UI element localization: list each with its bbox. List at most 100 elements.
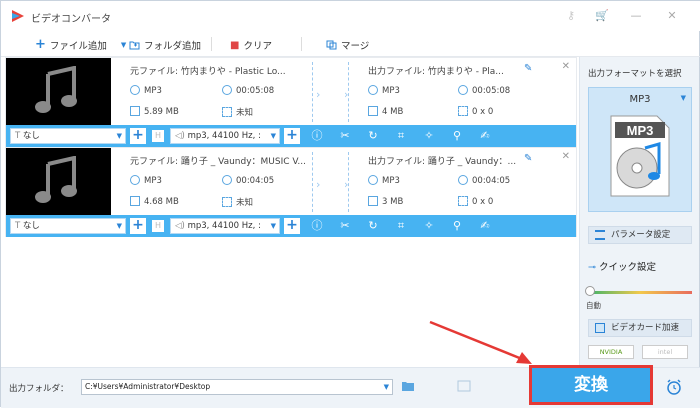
chevron-down-icon[interactable]: ▼ [681,94,686,102]
merge-output-icon[interactable] [457,380,471,392]
chevron-down-icon[interactable]: ▼ [121,41,126,49]
add-folder-button[interactable]: フォルダ追加 [129,38,201,52]
info-icon[interactable]: ⓘ [310,219,324,233]
key-icon[interactable]: ⚷ [564,9,578,23]
audio-track-select[interactable]: ◁) mp3, 44100 Hz, : ▼ [170,128,280,144]
gpu-acceleration-button[interactable]: ビデオカード加速 [588,319,692,337]
app-logo-icon [12,10,24,22]
output-folder-label: 出力フォルダ： [9,384,69,394]
cut-icon[interactable]: ✂ [338,219,352,233]
rotate-icon[interactable]: ↻ [366,219,380,233]
intel-badge: intel [642,345,688,359]
hardsub-icon[interactable]: H [152,130,164,142]
cart-icon[interactable]: 🛒 [595,9,609,23]
quick-settings-icon: ⊸ [588,262,599,273]
slider-handle[interactable] [585,286,595,296]
add-subtitle-button[interactable]: + [130,128,146,144]
merge-icon [326,40,337,50]
crop-icon[interactable]: ⌗ [394,129,408,143]
output-duration: 00:04:05 [458,175,510,186]
list-item[interactable]: 元ファイル: 踊り子 _ Vaundy：MUSIC V... MP3 00:04… [5,147,577,237]
thumbnail [6,148,111,215]
cut-icon[interactable]: ✂ [338,129,352,143]
rotate-icon[interactable]: ↻ [366,129,380,143]
resolution-icon [222,197,232,207]
item-toolbar: T なし ▼ + H ◁) mp3, 44100 Hz, : ▼ + ⓘ ✂ ↻ ⌗… [6,125,576,147]
edit-name-icon[interactable]: ✎ [524,153,532,164]
open-folder-icon[interactable] [401,380,415,392]
output-duration: 00:05:08 [458,85,510,96]
clear-button[interactable]: ■ クリア [230,38,272,53]
clock-icon [222,85,232,95]
item-toolbar: T なし ▼ + H ◁) mp3, 44100 Hz, : ▼ + ⓘ ✂ ↻ ⌗… [6,215,576,237]
subtitle-select[interactable]: T なし ▼ [10,218,126,234]
edit-subtitle-icon[interactable]: ✍ [478,219,492,233]
close-icon[interactable]: ✕ [665,9,679,23]
source-resolution: 未知 [222,106,253,118]
alarm-clock-icon[interactable] [665,378,683,396]
music-note-icon [35,66,77,113]
hardsub-icon[interactable]: H [152,220,164,232]
source-duration: 00:04:05 [222,175,274,186]
add-folder-label: フォルダ追加 [144,41,202,52]
output-folder-select[interactable]: C:¥Users¥Administrator¥Desktop ▼ [81,379,393,395]
resolution-icon [458,196,468,206]
chip-icon [595,323,605,333]
divider [348,152,349,212]
effects-icon[interactable]: ✧ [422,219,436,233]
folder-add-icon [129,41,140,50]
add-audio-button[interactable]: + [284,128,300,144]
mp3-file-icon: MP3 [610,115,670,197]
annotation-arrow-icon [429,320,532,364]
arrow-right-icon: › [316,178,321,191]
quality-slider[interactable] [588,291,692,294]
remove-item-icon[interactable]: ✕ [562,151,570,162]
watermark-icon[interactable]: ⚲ [450,219,464,233]
merge-button[interactable]: マージ [326,38,369,52]
subtitle-select[interactable]: T なし ▼ [10,128,126,144]
convert-button[interactable]: 変換 [529,365,653,405]
folder-icon [368,196,378,206]
source-size: 4.68 MB [130,196,179,207]
output-file-name: 出力ファイル: 踊り子 _ Vaundy：... [368,157,517,167]
slider-auto-label: 自動 [586,301,601,310]
format-panel-title: 出力フォーマットを選択 [588,69,682,79]
audio-track-select[interactable]: ◁) mp3, 44100 Hz, : ▼ [170,218,280,234]
output-size: 3 MB [368,196,403,207]
clock-icon [458,85,468,95]
output-file-name: 出力ファイル: 竹内まりや - Pla... [368,67,504,77]
folder-icon [368,106,378,116]
trash-icon: ■ [230,39,240,51]
output-resolution: 0 x 0 [458,106,493,117]
edit-name-icon[interactable]: ✎ [524,63,532,74]
add-audio-button[interactable]: + [284,218,300,234]
output-format-selector[interactable]: MP3 ▼ MP3 [588,87,692,212]
effects-icon[interactable]: ✧ [422,129,436,143]
source-file-name: 元ファイル: 竹内まりや - Plastic Lo... [130,67,286,77]
output-resolution: 0 x 0 [458,196,493,207]
divider [348,62,349,122]
edit-subtitle-icon[interactable]: ✍ [478,129,492,143]
add-subtitle-button[interactable]: + [130,218,146,234]
toolbar-divider [301,37,302,51]
source-file-name: 元ファイル: 踊り子 _ Vaundy：MUSIC V... [130,157,306,167]
format-panel: 出力フォーマットを選択 MP3 ▼ MP3 パラメータ設定 ⊸ クイック設定 自… [579,57,699,367]
folder-icon [130,106,140,116]
divider [312,62,313,122]
crop-icon[interactable]: ⌗ [394,219,408,233]
minimize-icon[interactable]: — [629,9,643,23]
window-title: ビデオコンバータ [31,14,111,25]
parameter-settings-button[interactable]: パラメータ設定 [588,226,692,244]
remove-item-icon[interactable]: ✕ [562,61,570,72]
merge-label: マージ [341,41,370,52]
list-item[interactable]: 元ファイル: 竹内まりや - Plastic Lo... MP3 00:05:0… [5,57,577,147]
source-size: 5.89 MB [130,106,179,117]
source-format: MP3 [130,85,162,96]
output-format: MP3 [368,175,400,186]
info-icon[interactable]: ⓘ [310,129,324,143]
add-file-button[interactable]: + ファイル追加 ▼ [35,38,126,52]
music-note-icon [35,156,77,203]
output-size: 4 MB [368,106,403,117]
watermark-icon[interactable]: ⚲ [450,129,464,143]
add-file-label: ファイル追加 [49,41,107,52]
